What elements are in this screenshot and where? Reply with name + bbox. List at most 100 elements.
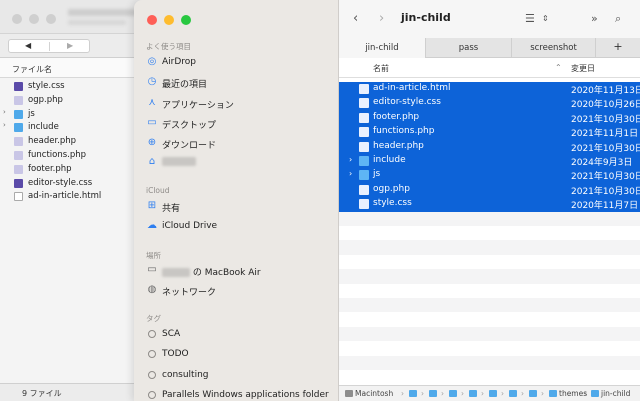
folder-icon (529, 390, 537, 397)
php-file-icon (14, 137, 23, 147)
back-status-bar: 9 ファイル (0, 383, 150, 401)
file-date: 2021年10月30日 (571, 186, 640, 197)
back-list-item[interactable]: footer.php (0, 163, 149, 177)
path-folder[interactable] (489, 389, 499, 398)
back-file-list: style.css ogp.php › js › include header.php fun… (0, 78, 149, 204)
css-file-icon (14, 82, 23, 91)
sidebar-item-favorite-3[interactable]: ▭ デスクトップ (146, 116, 332, 132)
sort-chevron-icon[interactable]: ⌃ (555, 63, 562, 72)
file-name: footer.php (373, 111, 420, 122)
sidebar-item-network[interactable]: ◍ ネットワーク (146, 283, 332, 299)
zoom-button[interactable] (181, 15, 191, 25)
path-folder[interactable] (409, 389, 419, 398)
sidebar-item-icloud-0[interactable]: ⊞ 共有 (146, 199, 332, 215)
back-arrow-icon[interactable]: ◀ (25, 41, 31, 50)
path-folder[interactable] (469, 389, 479, 398)
sidebar-item-tag[interactable]: consulting (146, 368, 332, 384)
path-folder[interactable] (509, 389, 519, 398)
file-name: editor-style.css (373, 97, 441, 108)
minimize-button[interactable] (164, 15, 174, 25)
empty-row (339, 284, 640, 298)
disclosure-chevron-icon[interactable]: › (349, 155, 352, 164)
zoom-button[interactable] (46, 14, 56, 24)
empty-row (339, 312, 640, 326)
path-folder[interactable] (429, 389, 439, 398)
close-button[interactable] (12, 14, 22, 24)
back-chevron-icon[interactable]: ‹ (353, 11, 358, 26)
more-toolbar-icon[interactable]: » (591, 12, 598, 25)
folder-icon (359, 170, 369, 181)
sort-updown-icon[interactable]: ⇕ (542, 14, 549, 23)
path-separator-icon: › (541, 389, 544, 398)
back-column-header[interactable]: ファイル名 (0, 58, 149, 78)
date-column-header[interactable]: 変更日 (571, 63, 595, 74)
table-row[interactable]: header.php 2021年10月30日 (339, 139, 640, 154)
table-row[interactable]: › include 2024年9月3日 (339, 154, 640, 169)
file-name: style.css (373, 198, 412, 209)
folder-icon (449, 390, 457, 397)
background-finder-window[interactable]: ◀ ▶ ファイル名 style.css ogp.php › js › include hea… (0, 0, 150, 401)
minimize-button[interactable] (29, 14, 39, 24)
sidebar-item-tag[interactable]: TODO (146, 347, 332, 363)
back-list-item[interactable]: editor-style.css (0, 177, 149, 191)
table-row[interactable]: functions.php 2021年11月1日 (339, 125, 640, 140)
back-list-item[interactable]: ad-in-article.html (0, 190, 149, 204)
new-tab-plus-icon[interactable]: + (595, 38, 640, 58)
back-list-item[interactable]: › js (0, 108, 149, 122)
path-macintosh[interactable]: Macintosh (345, 389, 393, 398)
sidebar-item-tag[interactable]: Parallels Windows applications folder (146, 388, 332, 401)
table-row[interactable]: editor-style.css 2020年10月26日 (339, 96, 640, 111)
folder-file-icon (14, 109, 23, 119)
empty-row (339, 226, 640, 240)
back-list-item[interactable]: functions.php (0, 149, 149, 163)
sidebar-item-home[interactable]: ⌂ (146, 155, 332, 171)
view-list-icon[interactable]: ☰ (525, 12, 535, 25)
sidebar-item-favorite-1[interactable]: ◷ 最近の項目 (146, 75, 332, 91)
path-themes[interactable]: themes (549, 389, 587, 398)
tab-jin-child[interactable]: jin-child (339, 38, 425, 58)
clock-icon: ◷ (147, 76, 157, 88)
disclosure-chevron-icon[interactable]: › (3, 121, 6, 129)
folder-icon (591, 390, 599, 397)
back-list-item[interactable]: style.css (0, 80, 149, 94)
close-button[interactable] (147, 15, 157, 25)
document-icon (359, 199, 369, 210)
applications-icon: ⋏ (148, 96, 156, 108)
tag-label: TODO (162, 349, 189, 360)
path-folder[interactable] (449, 389, 459, 398)
back-list-item[interactable]: ogp.php (0, 94, 149, 108)
disclosure-chevron-icon[interactable]: › (349, 169, 352, 178)
back-list-item[interactable]: › include (0, 121, 149, 135)
back-file-name: editor-style.css (28, 177, 93, 188)
sidebar-item-label: 共有 (162, 204, 181, 214)
table-row[interactable]: › js 2021年10月30日 (339, 168, 640, 183)
path-folder[interactable] (529, 389, 539, 398)
path-jin-child[interactable]: jin-child (591, 389, 630, 398)
disclosure-chevron-icon[interactable]: › (3, 108, 6, 116)
file-date: 2021年10月30日 (571, 114, 640, 125)
forward-arrow-icon[interactable]: ▶ (67, 41, 73, 50)
desktop-icon: ▭ (147, 116, 157, 128)
back-forward-control[interactable]: ◀ ▶ (8, 39, 90, 53)
tab-screenshot[interactable]: screenshot (511, 38, 595, 58)
back-list-item[interactable]: header.php (0, 135, 149, 149)
tag-circle-icon (148, 390, 156, 399)
redacted-window-subtitle (68, 20, 126, 25)
search-icon[interactable]: ⌕ (615, 12, 621, 26)
sidebar-item-tag[interactable]: SCA (146, 327, 332, 343)
table-row[interactable]: ad-in-article.html 2020年11月13日 (339, 82, 640, 97)
table-row[interactable]: style.css 2020年11月7日 (339, 197, 640, 212)
sidebar-item-icloud-1[interactable]: ☁ iCloud Drive (146, 219, 332, 235)
table-row[interactable]: ogp.php 2021年10月30日 (339, 182, 640, 198)
name-column-header[interactable]: 名前 (373, 63, 389, 74)
back-file-name: style.css (28, 81, 65, 91)
window-title: jin-child (401, 11, 451, 24)
sidebar-item-macbook[interactable]: ▭ の MacBook Air (146, 263, 332, 279)
sidebar-item-favorite-2[interactable]: ⋏ アプリケーション (146, 96, 332, 112)
table-row[interactable]: footer.php 2021年10月30日 (339, 110, 640, 126)
download-icon: ⊕ (147, 137, 157, 149)
tab-pass[interactable]: pass (425, 38, 511, 58)
forward-chevron-icon[interactable]: › (379, 11, 384, 26)
sidebar-item-favorite-4[interactable]: ⊕ ダウンロード (146, 136, 332, 152)
sidebar-item-favorite-0[interactable]: ◎ AirDrop (146, 55, 332, 71)
